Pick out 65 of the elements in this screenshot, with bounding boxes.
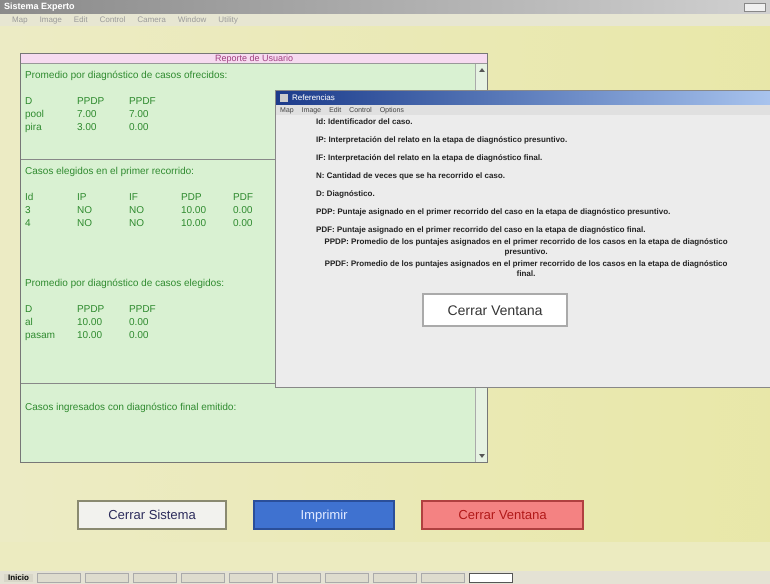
section-heading: Casos ingresados con diagnóstico final emitido: (25, 401, 236, 415)
action-button[interactable]: Imprimir (253, 500, 395, 530)
start-button[interactable]: Inicio (4, 574, 33, 582)
window-icon (280, 94, 288, 102)
legend-text: D: Diagnóstico. (316, 189, 376, 199)
column-header: PPDP (77, 95, 106, 108)
legend-text: Id: Identificador del caso. (316, 117, 414, 127)
menu-item[interactable]: Edit (74, 14, 88, 26)
close-window-button[interactable]: Cerrar Ventana (422, 293, 568, 327)
column-header: PPDF (129, 303, 157, 316)
table-cell-text: 0.00 (129, 121, 150, 134)
column-header: PPDF (129, 95, 157, 108)
table-cell-text: 3.00 (77, 121, 98, 134)
section-heading: Casos elegidos en el primer recorrido: (25, 165, 194, 179)
table-cell-text: pira (25, 121, 43, 134)
report-title: Reporte de Usuario (214, 54, 294, 63)
table-cell-text: 0.00 (129, 316, 150, 329)
legend-text: PPDP: Promedio de los puntajes asignados en el primer recorrido de los casos en la etapa de diagnóstico presuntivo. (323, 237, 729, 257)
scroll-up-icon[interactable] (478, 68, 484, 72)
legend-text: PPDF: Promedio de los puntajes asignados en el primer recorrido de los casos en la etapa de diagnóstico final. (324, 259, 728, 279)
table-cell-text: 10.00 (181, 204, 208, 217)
scroll-down-icon[interactable] (478, 454, 484, 458)
table-cell-text: NO (129, 204, 145, 217)
table-cell-text: 10.00 (181, 217, 208, 230)
column-header: IF (129, 191, 139, 204)
table-cell-text: NO (77, 204, 93, 217)
table-cell-text: NO (77, 217, 93, 230)
column-header: IP (77, 191, 88, 204)
legend-text: PDP: Puntaje asignado en el primer recorrido del caso en la etapa de diagnóstico presuntivo. (316, 207, 672, 217)
table-cell-text: 0.00 (129, 329, 150, 342)
legend-text: PDF: Puntaje asignado en el primer recorrido del caso en la etapa de diagnóstico final. (316, 225, 646, 235)
menu-item[interactable]: Map (12, 14, 28, 26)
menu-item[interactable]: Image (40, 14, 62, 26)
window-title: Sistema Experto (4, 0, 75, 14)
menu-item[interactable]: Control (100, 14, 126, 26)
column-header: PDF (233, 191, 254, 204)
legend-text: N: Cantidad de veces que se ha recorrido el caso. (316, 171, 506, 181)
table-cell-text: 3 (25, 204, 32, 217)
action-button[interactable]: Cerrar Ventana (421, 500, 584, 530)
table-cell-text: 7.00 (129, 108, 150, 121)
legend-text: IP: Interpretación del relato en la etapa de diagnóstico presuntivo. (316, 135, 568, 145)
column-header: D (25, 303, 34, 316)
column-header: PPDP (77, 303, 106, 316)
menu-item[interactable]: Utility (218, 14, 238, 26)
table-cell-text: 0.00 (233, 204, 254, 217)
table-cell-text: 0.00 (233, 217, 254, 230)
column-header: D (25, 95, 34, 108)
menu-item[interactable]: Window (178, 14, 206, 26)
table-cell-text: pasam (25, 329, 56, 342)
table-cell-text: 10.00 (77, 316, 104, 329)
dialog-title: Referencias (292, 92, 335, 104)
action-button[interactable]: Cerrar Sistema (77, 500, 227, 530)
table-cell-text: NO (129, 217, 145, 230)
taskbar-button[interactable] (468, 572, 513, 582)
column-header: Id (25, 191, 34, 204)
section-heading: Promedio por diagnóstico de casos elegidos: (25, 277, 224, 291)
legend-text: IF: Interpretación del relato en la etapa de diagnóstico final. (316, 153, 544, 163)
table-cell-text: al (25, 316, 34, 329)
table-cell-text: 10.00 (77, 329, 104, 342)
table-cell-text: 7.00 (77, 108, 98, 121)
section-heading: Promedio por diagnóstico de casos ofrecidos: (25, 69, 228, 83)
menu-item[interactable]: Camera (137, 14, 166, 26)
table-cell-text: pool (25, 108, 45, 121)
table-cell-text: 4 (25, 217, 32, 230)
column-header: PDP (181, 191, 203, 204)
